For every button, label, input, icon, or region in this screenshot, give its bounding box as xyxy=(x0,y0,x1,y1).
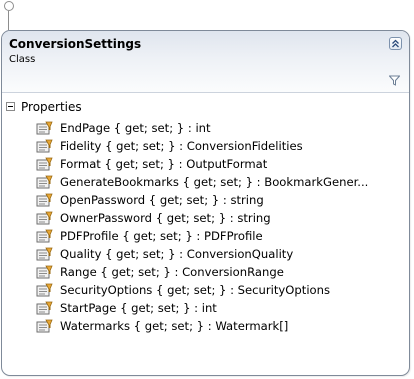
minus-box-icon[interactable] xyxy=(6,102,15,111)
member-text: Fidelity { get; set; } : ConversionFidel… xyxy=(60,139,303,153)
double-chevron-up-icon xyxy=(392,39,399,48)
property-icon xyxy=(36,139,53,152)
member-text: GenerateBookmarks { get; set; } : Bookma… xyxy=(60,175,369,189)
member-text: SecurityOptions { get; set; } : Security… xyxy=(60,283,331,297)
member-text: Format { get; set; } : OutputFormat xyxy=(60,157,268,171)
property-icon xyxy=(36,121,53,134)
section-header-properties[interactable]: Properties xyxy=(6,99,82,114)
member-text: EndPage { get; set; } : int xyxy=(60,121,211,135)
property-member[interactable]: PDFProfile { get; set; } : PDFProfile xyxy=(36,227,408,245)
property-icon xyxy=(36,247,53,260)
property-icon xyxy=(36,265,53,278)
member-text: StartPage { get; set; } : int xyxy=(60,301,217,315)
property-member[interactable]: OpenPassword { get; set; } : string xyxy=(36,191,408,209)
property-member[interactable]: Quality { get; set; } : ConversionQualit… xyxy=(36,245,408,263)
property-icon xyxy=(36,283,53,296)
property-member[interactable]: Format { get; set; } : OutputFormat xyxy=(36,155,408,173)
property-member[interactable]: Watermarks { get; set; } : Watermark[] xyxy=(36,317,408,335)
property-icon xyxy=(36,175,53,188)
member-text: Quality { get; set; } : ConversionQualit… xyxy=(60,247,294,261)
property-member[interactable]: OwnerPassword { get; set; } : string xyxy=(36,209,408,227)
property-member[interactable]: Fidelity { get; set; } : ConversionFidel… xyxy=(36,137,408,155)
member-text: PDFProfile { get; set; } : PDFProfile xyxy=(60,229,263,243)
class-diagram-canvas: ConversionSettings Class Properties EndP… xyxy=(0,0,414,379)
property-icon xyxy=(36,211,53,224)
property-member[interactable]: StartPage { get; set; } : int xyxy=(36,299,408,317)
filter-icon[interactable] xyxy=(389,75,400,86)
member-text: OpenPassword { get; set; } : string xyxy=(60,193,264,207)
class-shape[interactable]: ConversionSettings Class Properties EndP… xyxy=(1,30,410,376)
section-label: Properties xyxy=(21,99,82,114)
class-header[interactable]: ConversionSettings Class xyxy=(2,31,409,93)
property-member[interactable]: GenerateBookmarks { get; set; } : Bookma… xyxy=(36,173,408,191)
property-member[interactable]: Range { get; set; } : ConversionRange xyxy=(36,263,408,281)
interface-lollipop-connector xyxy=(8,11,9,30)
member-text: Watermarks { get; set; } : Watermark[] xyxy=(60,319,289,333)
property-icon xyxy=(36,193,53,206)
collapse-button[interactable] xyxy=(389,37,402,50)
member-list: EndPage { get; set; } : int Fidelity { g… xyxy=(36,119,408,335)
class-stereotype: Class xyxy=(9,54,36,65)
property-member[interactable]: EndPage { get; set; } : int xyxy=(36,119,408,137)
property-icon xyxy=(36,229,53,242)
member-text: Range { get; set; } : ConversionRange xyxy=(60,265,284,279)
property-icon xyxy=(36,319,53,332)
property-icon xyxy=(36,301,53,314)
member-text: OwnerPassword { get; set; } : string xyxy=(60,211,271,225)
property-member[interactable]: SecurityOptions { get; set; } : Security… xyxy=(36,281,408,299)
interface-lollipop-icon xyxy=(4,1,14,11)
property-icon xyxy=(36,157,53,170)
class-name: ConversionSettings xyxy=(9,37,142,51)
